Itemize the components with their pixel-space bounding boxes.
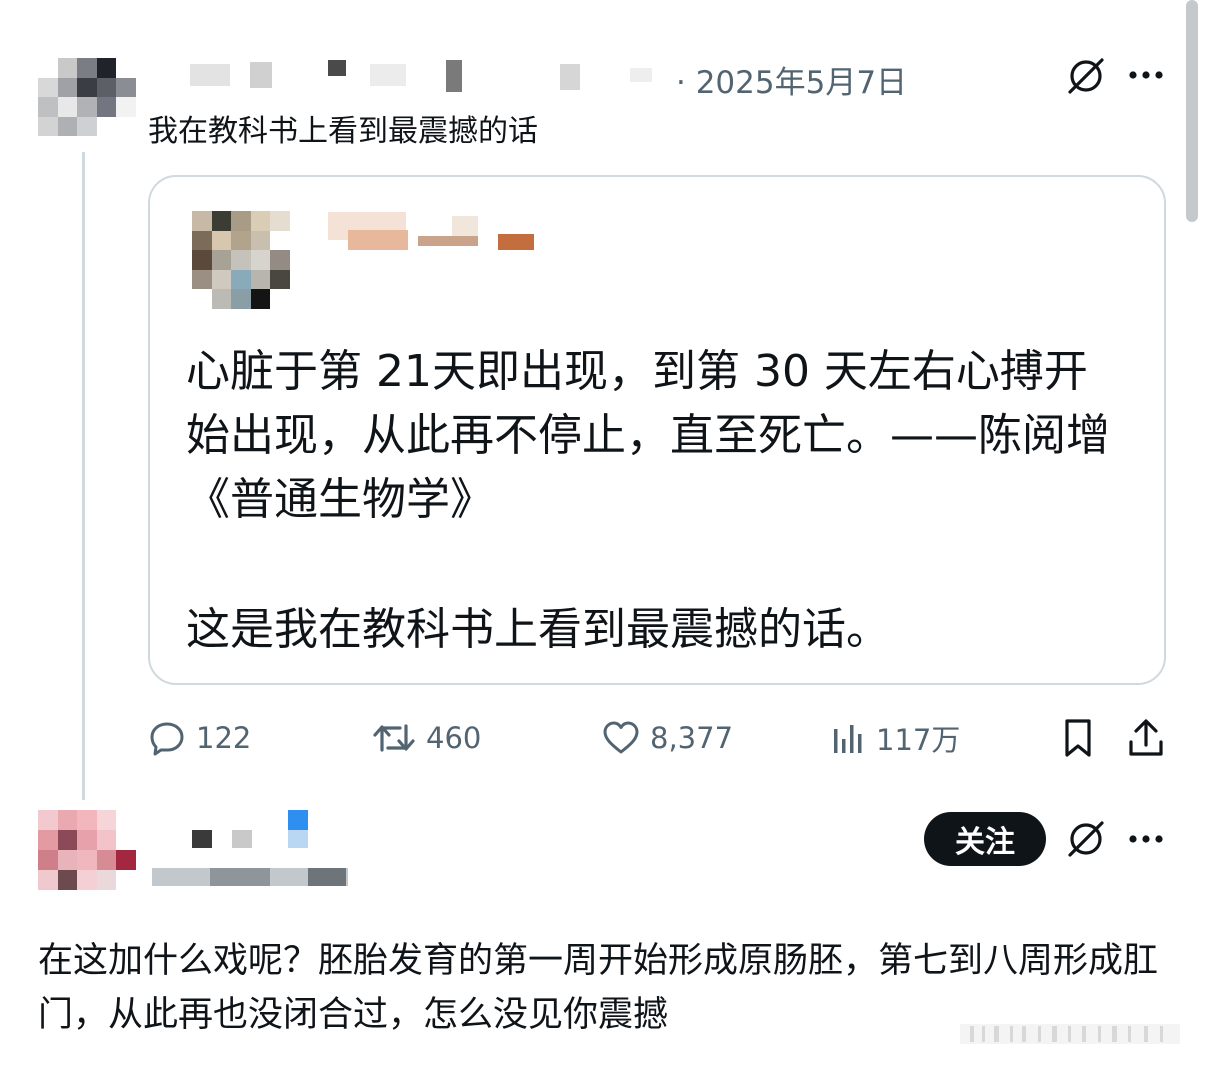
more-options-icon-reply[interactable] [1124, 822, 1168, 856]
repost-count: 460 [426, 721, 482, 755]
views-chart-icon [834, 725, 862, 753]
heart-icon [603, 721, 639, 754]
grok-icon[interactable] [1064, 54, 1108, 98]
author-name-redacted[interactable] [150, 60, 670, 92]
reply-author-name-redacted[interactable] [150, 810, 350, 890]
share-icon[interactable] [1124, 716, 1168, 760]
quoted-author-name-redacted[interactable] [328, 212, 542, 252]
like-count: 8,377 [650, 721, 734, 755]
post-date[interactable]: · 2025年5月7日 [676, 57, 907, 102]
more-options-icon[interactable] [1124, 58, 1168, 92]
quoted-post-text: 心脏于第 21天即出现，到第 30 天左右心搏开始出现，从此再不停止，直至死亡。… [186, 346, 1110, 525]
bookmark-icon[interactable] [1058, 716, 1098, 760]
views-count: 117万 [876, 723, 961, 757]
quoted-post-text-closing: 这是我在教科书上看到最震撼的话。 [186, 604, 890, 655]
repost-icon [373, 724, 415, 752]
grok-icon-reply[interactable] [1064, 817, 1108, 861]
follow-button[interactable]: 关注 [924, 812, 1046, 866]
author-avatar[interactable] [38, 58, 136, 136]
reply-count: 122 [196, 721, 252, 755]
thread-connector-line [82, 152, 85, 800]
like-action[interactable]: 8,377 [602, 716, 733, 760]
scrollbar-thumb[interactable] [1186, 0, 1198, 222]
repost-action[interactable]: 460 [372, 716, 481, 760]
reply-icon [150, 722, 184, 756]
views-action[interactable]: 117万 [830, 716, 960, 760]
reply-author-avatar[interactable] [38, 810, 136, 890]
watermark-image [960, 1024, 1180, 1044]
quoted-author-avatar[interactable] [192, 211, 290, 309]
post-text: 我在教科书上看到最震撼的话 [148, 114, 538, 149]
reply-action[interactable]: 122 [148, 716, 251, 760]
